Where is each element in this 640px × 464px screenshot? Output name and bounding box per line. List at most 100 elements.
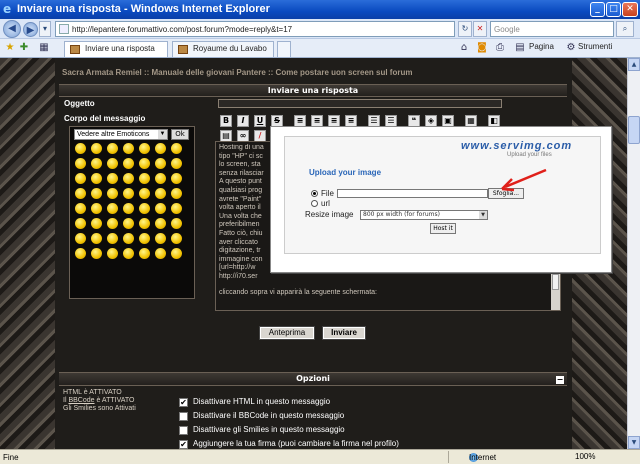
smiley-icon[interactable] (91, 218, 102, 229)
smiley-icon[interactable] (91, 158, 102, 169)
italic-button[interactable]: I (237, 115, 249, 127)
smiley-icon[interactable] (75, 218, 86, 229)
smiley-icon[interactable] (75, 248, 86, 259)
send-button[interactable]: Inviare (322, 326, 366, 340)
close-button[interactable]: ✕ (622, 2, 638, 17)
smiley-icon[interactable] (91, 188, 102, 199)
smiley-icon[interactable] (107, 248, 118, 259)
smiley-icon[interactable] (91, 173, 102, 184)
smiley-icon[interactable] (123, 158, 134, 169)
refresh-button[interactable]: ↻ (458, 21, 472, 37)
smiley-icon[interactable] (171, 218, 182, 229)
smiley-icon[interactable] (75, 143, 86, 154)
quick-tabs-icon[interactable]: ▦ (38, 42, 50, 54)
smiley-icon[interactable] (155, 203, 166, 214)
smiley-icon[interactable] (139, 158, 150, 169)
smiley-icon[interactable] (107, 158, 118, 169)
subject-input[interactable] (218, 99, 502, 108)
smiley-icon[interactable] (123, 188, 134, 199)
file-path-input[interactable] (337, 189, 488, 198)
tab-royaume-du-lavabo[interactable]: Royaume du Lavabo (172, 41, 274, 57)
maximize-button[interactable]: □ (606, 2, 621, 17)
favorites-star-icon[interactable]: ★ (4, 42, 16, 54)
smiley-icon[interactable] (171, 143, 182, 154)
scroll-up-icon[interactable]: ▲ (628, 58, 640, 71)
smiley-icon[interactable] (123, 233, 134, 244)
breadcrumb[interactable]: Sacra Armata Remiel :: Manuale delle gio… (62, 68, 412, 77)
smiley-icon[interactable] (155, 158, 166, 169)
smiley-icon[interactable] (75, 203, 86, 214)
smiley-icon[interactable] (171, 188, 182, 199)
tools-menu[interactable]: Strumenti (578, 42, 612, 51)
option-checkbox[interactable]: ✔ (179, 440, 188, 449)
emoticons-ok-button[interactable]: Ok (171, 129, 189, 140)
smiley-icon[interactable] (123, 143, 134, 154)
smiley-icon[interactable] (139, 218, 150, 229)
smiley-icon[interactable] (139, 203, 150, 214)
page-scrollbar[interactable]: ▲ ▼ (627, 58, 640, 449)
smiley-icon[interactable] (171, 248, 182, 259)
forward-button[interactable]: ▶ (23, 22, 38, 37)
smiley-icon[interactable] (75, 158, 86, 169)
smiley-icon[interactable] (75, 188, 86, 199)
new-tab-button[interactable] (277, 41, 291, 57)
tab-inviare-una-risposta[interactable]: Inviare una risposta (64, 41, 168, 57)
smiley-icon[interactable] (155, 173, 166, 184)
bold-button[interactable]: B (220, 115, 232, 127)
home-icon[interactable]: ⌂ (458, 42, 470, 54)
page-menu[interactable]: Pagina (529, 42, 554, 51)
smiley-icon[interactable] (155, 233, 166, 244)
scrollbar-thumb[interactable] (628, 116, 640, 144)
smiley-icon[interactable] (107, 173, 118, 184)
smiley-icon[interactable] (107, 218, 118, 229)
smiley-icon[interactable] (91, 248, 102, 259)
smiley-icon[interactable] (139, 248, 150, 259)
smiley-icon[interactable] (75, 173, 86, 184)
url-radio[interactable] (311, 200, 318, 207)
smiley-icon[interactable] (91, 233, 102, 244)
address-bar[interactable]: http://lepantere.forumattivo.com/post.fo… (55, 21, 455, 37)
bbcode-link[interactable]: BBCode (68, 397, 94, 404)
file-radio[interactable] (311, 190, 318, 197)
smiley-icon[interactable] (155, 218, 166, 229)
emoticons-select[interactable]: Vedere altre Emoticons ▼ (74, 129, 168, 140)
smiley-icon[interactable] (123, 173, 134, 184)
stop-button[interactable]: ✕ (473, 21, 487, 37)
search-input[interactable]: Google (490, 21, 614, 37)
collapse-icon[interactable]: − (556, 376, 564, 384)
recent-pages-dropdown[interactable]: ▾ (39, 21, 51, 37)
smiley-icon[interactable] (107, 233, 118, 244)
smiley-icon[interactable] (107, 143, 118, 154)
smiley-icon[interactable] (171, 233, 182, 244)
option-checkbox[interactable]: ✔ (179, 398, 188, 407)
smiley-icon[interactable] (107, 188, 118, 199)
smiley-icon[interactable] (171, 203, 182, 214)
zoom-level[interactable]: 100% (575, 452, 595, 461)
preview-button[interactable]: Anteprima (259, 326, 315, 340)
smiley-icon[interactable] (171, 158, 182, 169)
smiley-icon[interactable] (123, 218, 134, 229)
add-favorites-icon[interactable]: ✚ (18, 42, 30, 54)
option-checkbox[interactable] (179, 412, 188, 421)
address-url[interactable]: http://lepantere.forumattivo.com/post.fo… (72, 25, 292, 34)
back-button[interactable]: ◀ (3, 20, 21, 38)
smiley-icon[interactable] (139, 173, 150, 184)
feeds-icon[interactable]: ◙ (476, 42, 488, 54)
smiley-icon[interactable] (139, 143, 150, 154)
scroll-down-icon[interactable]: ▼ (628, 436, 640, 449)
smiley-icon[interactable] (155, 248, 166, 259)
minimize-button[interactable]: _ (590, 2, 605, 17)
smiley-icon[interactable] (139, 233, 150, 244)
host-it-button[interactable]: Host it (430, 223, 456, 234)
resize-select[interactable]: 800 px width (for forums) ▼ (360, 210, 488, 220)
smiley-icon[interactable] (91, 203, 102, 214)
search-icon[interactable]: ⌕ (616, 21, 634, 37)
print-icon[interactable]: ⎙ (494, 42, 506, 54)
smiley-icon[interactable] (123, 203, 134, 214)
textarea-scrollbar-thumb[interactable] (552, 274, 559, 290)
smiley-icon[interactable] (139, 188, 150, 199)
smiley-icon[interactable] (107, 203, 118, 214)
smiley-icon[interactable] (123, 248, 134, 259)
smiley-icon[interactable] (155, 188, 166, 199)
smiley-icon[interactable] (155, 143, 166, 154)
